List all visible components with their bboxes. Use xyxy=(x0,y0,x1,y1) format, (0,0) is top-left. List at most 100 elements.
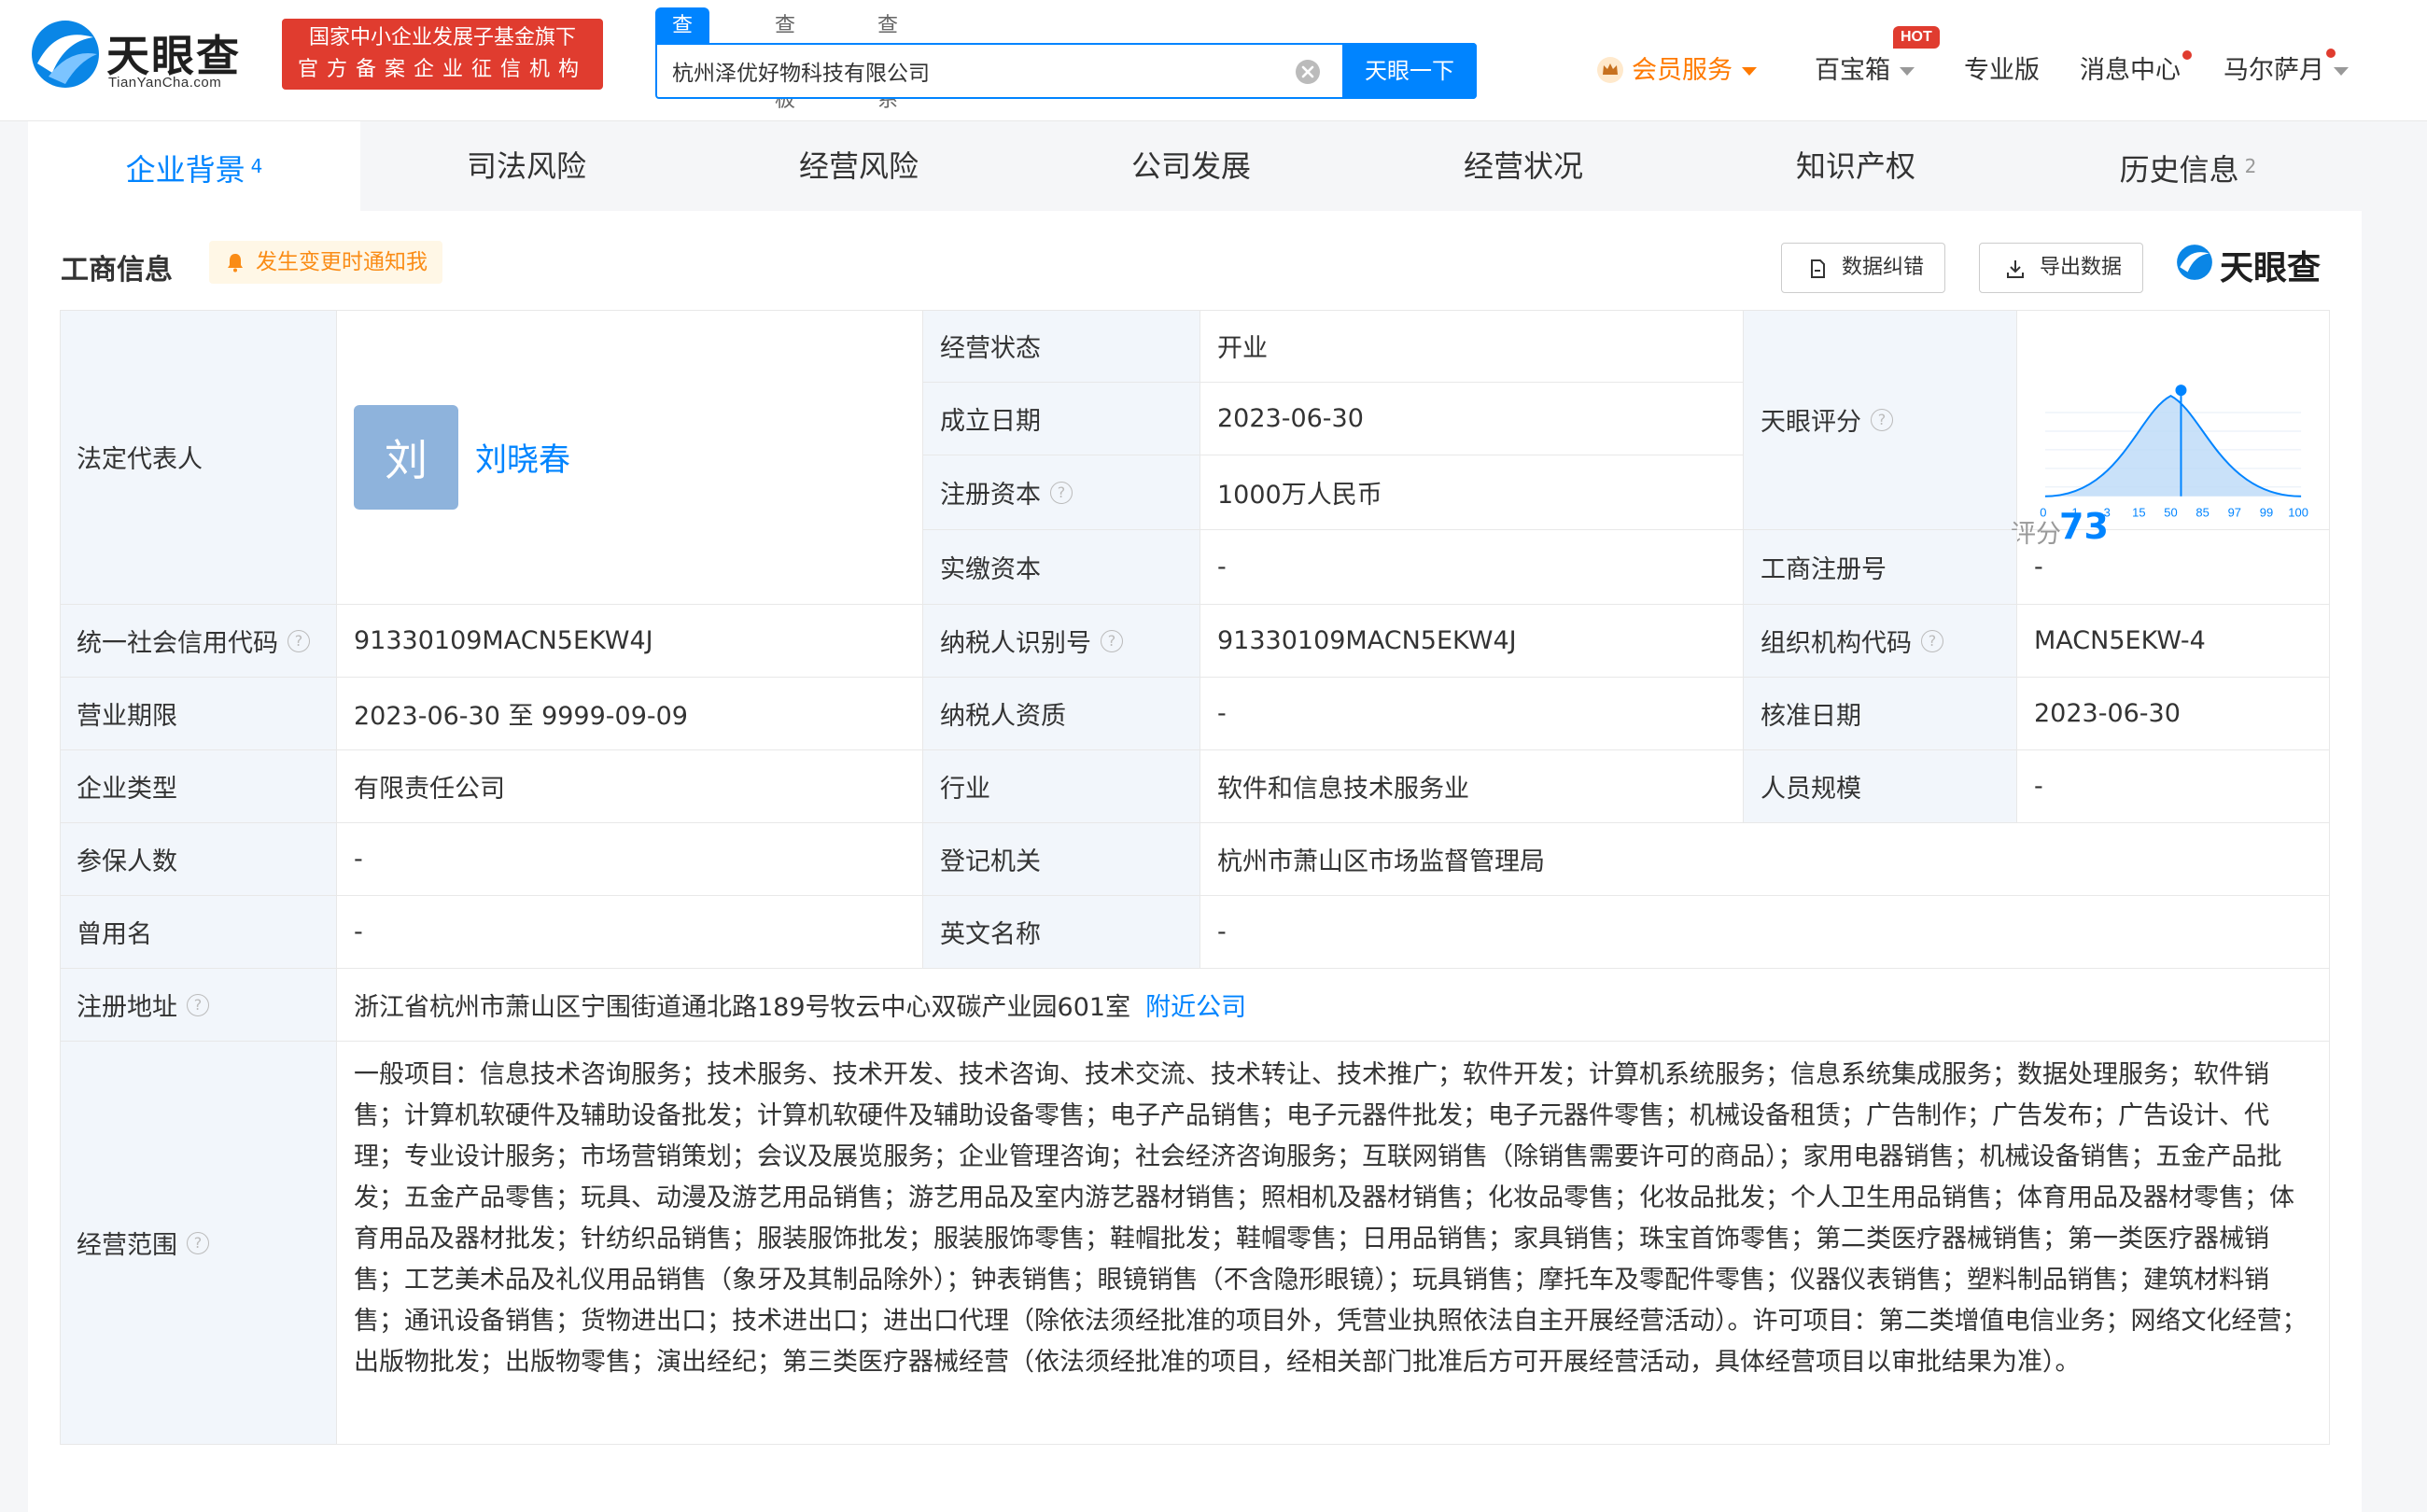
business-info-table: 法定代表人 刘 刘晓春 经营状态 开业 成立日期 2023-06-30 注册资本… xyxy=(60,310,2330,1445)
tab-judicial-risk[interactable]: 司法风险 xyxy=(360,121,693,211)
tab-label: 公司发展 xyxy=(1130,148,1251,184)
export-data-label: 导出数据 xyxy=(2040,256,2123,279)
tab-label: 经营状况 xyxy=(1463,148,1583,184)
reg-no-value: - xyxy=(2017,530,2330,605)
data-correction-button[interactable]: 数据纠错 xyxy=(1781,243,1946,293)
taxpayer-id-label-cell: 纳税人识别号? xyxy=(923,605,1200,678)
insured-label: 参保人数 xyxy=(60,823,337,896)
term-label: 营业期限 xyxy=(60,678,337,750)
user-unread-dot xyxy=(2326,49,2336,58)
tianyan-score-label: 天眼评分 xyxy=(1761,408,1861,437)
tab-background[interactable]: 企业背景 4 xyxy=(28,121,360,211)
question-icon[interactable]: ? xyxy=(187,1231,209,1254)
credit-code-value: 91330109MACN5EKW4J xyxy=(337,605,923,678)
approval-label: 核准日期 xyxy=(1744,678,2017,750)
bell-icon xyxy=(228,254,243,273)
tab-operation-risk[interactable]: 经营风险 xyxy=(693,121,1025,211)
question-icon[interactable]: ? xyxy=(1921,629,1943,652)
tab-label: 司法风险 xyxy=(466,148,586,184)
vip-service-menu[interactable]: 会员服务 xyxy=(1596,49,1757,93)
founded-value: 2023-06-30 xyxy=(1200,383,1744,455)
taxpayer-qual-label: 纳税人资质 xyxy=(923,678,1200,750)
search-tab-company[interactable]: 查公司 xyxy=(655,7,710,112)
chevron-down-icon xyxy=(1742,67,1757,76)
paid-capital-label: 实缴资本 xyxy=(923,530,1200,605)
brand-text: 天眼查 xyxy=(2220,249,2322,287)
former-name-label: 曾用名 xyxy=(60,896,337,969)
search-button[interactable]: 天眼一下 xyxy=(1342,43,1477,99)
org-code-value: MACN5EKW-4 xyxy=(2017,605,2330,678)
status-value: 开业 xyxy=(1200,310,1744,383)
tab-operation-status[interactable]: 经营状况 xyxy=(1357,121,1690,211)
scope-label-cell: 经营范围? xyxy=(60,1042,337,1445)
search-tab-relation[interactable]: 查关系 xyxy=(861,7,915,112)
logo-domain: TianYanCha.com xyxy=(108,75,222,91)
scope-label: 经营范围 xyxy=(77,1231,177,1260)
toolbox-menu[interactable]: 百宝箱 xyxy=(1815,49,1915,93)
staff-value: - xyxy=(2017,750,2330,823)
question-icon[interactable]: ? xyxy=(1871,408,1893,431)
tab-label: 企业背景 xyxy=(125,152,246,188)
tab-label: 经营风险 xyxy=(798,148,919,184)
org-code-label-cell: 组织机构代码? xyxy=(1744,605,2017,678)
tab-development[interactable]: 公司发展 xyxy=(1025,121,1357,211)
score-axis-tick: 50 xyxy=(2164,505,2177,519)
tab-count: 2 xyxy=(2244,155,2257,177)
notify-change-button[interactable]: 发生变更时通知我 xyxy=(209,241,442,284)
taxpayer-id-label: 纳税人识别号 xyxy=(940,629,1091,658)
insured-value: - xyxy=(337,823,923,896)
scope-value: 一般项目：信息技术咨询服务；技术服务、技术开发、技术咨询、技术交流、技术转让、技… xyxy=(337,1042,2330,1445)
address-label-cell: 注册地址? xyxy=(60,969,337,1042)
search-box: 天眼一下 xyxy=(655,43,1477,99)
score-distribution-chart: 0 1 3 15 50 85 97 99 100 xyxy=(2040,384,2308,519)
search-tab-boss[interactable]: 查老板 xyxy=(758,7,812,112)
tab-label: 知识产权 xyxy=(1795,148,1915,184)
paid-capital-value: - xyxy=(1200,530,1744,605)
founded-label: 成立日期 xyxy=(923,383,1200,455)
reg-capital-value: 1000万人民币 xyxy=(1200,455,1744,530)
toolbox-label: 百宝箱 xyxy=(1815,56,1890,85)
reg-capital-label: 注册资本 xyxy=(940,481,1041,510)
authority-label: 登记机关 xyxy=(923,823,1200,896)
message-center-link[interactable]: 消息中心 xyxy=(2080,49,2181,93)
search-input[interactable] xyxy=(670,54,1305,88)
legal-rep-name-link[interactable]: 刘晓春 xyxy=(475,434,570,480)
clear-search-icon[interactable] xyxy=(1294,58,1322,86)
address-label: 注册地址 xyxy=(77,993,177,1022)
credit-code-label-cell: 统一社会信用代码? xyxy=(60,605,337,678)
pro-version-link[interactable]: 专业版 xyxy=(1964,49,2040,93)
nearby-companies-link[interactable]: 附近公司 xyxy=(1145,987,1246,1023)
question-icon[interactable]: ? xyxy=(1101,629,1123,652)
logo-eye-icon xyxy=(32,21,99,88)
company-card: 企业背景 4 司法风险 经营风险 公司发展 经营状况 知识产权 历史信息 2 工商信… xyxy=(28,121,2362,1512)
question-icon[interactable]: ? xyxy=(187,993,209,1016)
industry-label: 行业 xyxy=(923,750,1200,823)
data-correction-label: 数据纠错 xyxy=(1842,256,1925,279)
score-chart-cell[interactable]: 0 1 3 15 50 85 97 99 100 xyxy=(2017,310,2330,530)
tianyancha-logo[interactable]: 天眼查 TianYanCha.com xyxy=(28,17,261,97)
top-header: 天眼查 TianYanCha.com 国家中小企业发展子基金旗下 官方备案企业征… xyxy=(0,0,2427,121)
message-unread-dot xyxy=(2182,50,2192,60)
chevron-down-icon xyxy=(2334,67,2349,76)
address-value: 浙江省杭州市萧山区宁围街道通北路189号牧云中心双碳产业园601室 xyxy=(354,993,1131,1022)
export-data-button[interactable]: 导出数据 xyxy=(1979,243,2144,293)
user-name: 马尔萨月 xyxy=(2224,56,2324,85)
credit-code-label: 统一社会信用代码 xyxy=(77,629,278,658)
reg-capital-label-cell: 注册资本? xyxy=(923,455,1200,530)
question-icon[interactable]: ? xyxy=(1050,481,1073,504)
question-icon[interactable]: ? xyxy=(288,629,310,652)
gov-badge: 国家中小企业发展子基金旗下 官方备案企业征信机构 xyxy=(282,19,603,90)
org-code-label: 组织机构代码 xyxy=(1761,629,1912,658)
notify-label: 发生变更时通知我 xyxy=(256,250,428,274)
score-axis-tick: 85 xyxy=(2196,505,2209,519)
tab-history[interactable]: 历史信息 2 xyxy=(2022,121,2354,211)
address-cell: 浙江省杭州市萧山区宁围街道通北路189号牧云中心双碳产业园601室 附近公司 xyxy=(337,969,2330,1042)
type-value: 有限责任公司 xyxy=(337,750,923,823)
tianyan-score-label-cell: 天眼评分? xyxy=(1744,310,2017,530)
document-edit-icon xyxy=(1811,259,1825,278)
gov-badge-line2: 官方备案企业征信机构 xyxy=(297,58,587,81)
download-icon xyxy=(2007,260,2024,278)
score-axis-tick: 97 xyxy=(2228,505,2241,519)
approval-value: 2023-06-30 xyxy=(2017,678,2330,750)
tab-ip[interactable]: 知识产权 xyxy=(1690,121,2022,211)
